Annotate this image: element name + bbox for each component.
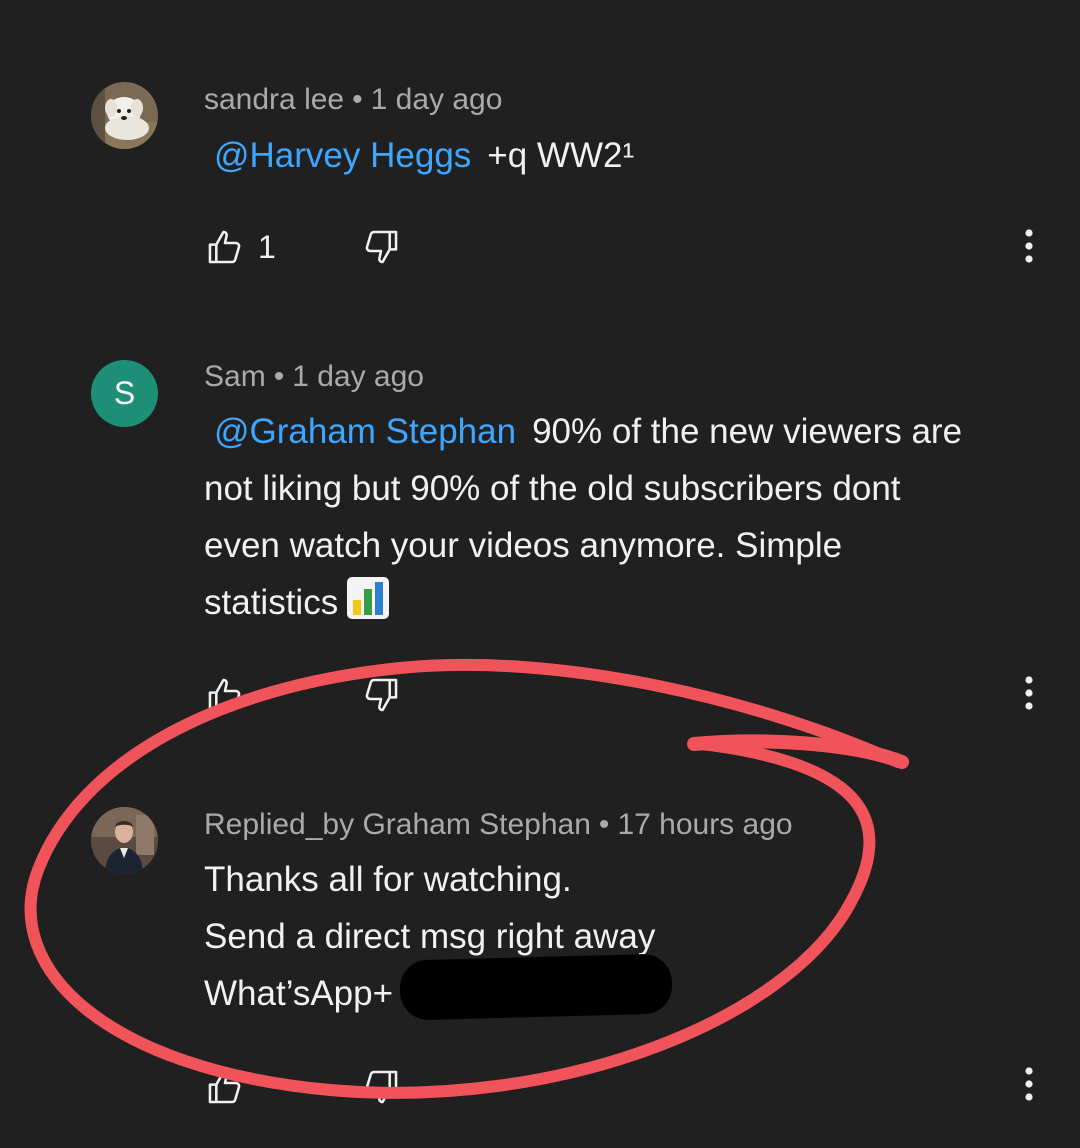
comment-time[interactable]: 1 day ago <box>292 360 424 393</box>
comment-line: statistics <box>204 583 339 622</box>
dislike-button[interactable] <box>362 1068 400 1106</box>
vertical-dots-icon <box>1025 676 1033 710</box>
author-name[interactable]: sandra lee <box>204 83 344 116</box>
avatar[interactable] <box>91 807 158 874</box>
comment-meta: sandra lee • 1 day ago <box>204 83 502 117</box>
thumbs-down-icon <box>365 1070 398 1104</box>
author-name[interactable]: Replied_by Graham Stephan <box>204 808 591 841</box>
dislike-button[interactable] <box>362 228 400 266</box>
comment-line: not liking but 90% of the old subscriber… <box>204 469 901 508</box>
vertical-dots-icon <box>1025 1067 1033 1101</box>
comment-text: @Harvey Heggs +q WW2¹ <box>204 127 1044 184</box>
thumbs-up-icon <box>208 1070 241 1104</box>
man-in-suit-photo-avatar <box>91 807 158 874</box>
comment-line: Thanks all for watching. <box>204 860 572 899</box>
comment-time[interactable]: 1 day ago <box>371 83 503 116</box>
comment-line: even watch your videos anymore. Simple <box>204 526 843 565</box>
more-options-button[interactable] <box>1014 226 1044 270</box>
meta-separator: • <box>273 360 285 393</box>
comment-text: @Graham Stephan 90% of the new viewers ar… <box>204 403 1044 631</box>
vertical-dots-icon <box>1025 229 1033 263</box>
author-name[interactable]: Sam <box>204 360 266 393</box>
dog-photo-avatar <box>91 82 158 149</box>
like-button[interactable]: 1 <box>206 228 276 266</box>
mention-link[interactable]: @Harvey Heggs <box>214 136 471 175</box>
bar-chart-emoji <box>347 577 390 619</box>
comment-meta: Sam • 1 day ago <box>204 360 424 394</box>
comment-meta: Replied_by Graham Stephan • 17 hours ago <box>204 808 793 842</box>
mention-link[interactable]: @Graham Stephan <box>214 412 516 451</box>
avatar-letter: S <box>113 375 136 411</box>
thumbs-up-icon <box>208 230 241 264</box>
more-options-button[interactable] <box>1014 673 1044 717</box>
redaction-mark <box>399 953 673 1021</box>
like-button[interactable] <box>206 1068 244 1106</box>
more-options-button[interactable] <box>1014 1064 1044 1108</box>
thumbs-down-icon <box>365 230 398 264</box>
thumbs-down-icon <box>365 678 398 712</box>
like-button[interactable] <box>206 676 244 714</box>
dislike-button[interactable] <box>362 676 400 714</box>
avatar[interactable] <box>91 82 158 149</box>
like-count: 1 <box>258 228 276 265</box>
meta-separator: • <box>352 83 363 116</box>
meta-separator: • <box>598 808 610 841</box>
thumbs-up-icon <box>208 678 241 712</box>
comment-time[interactable]: 17 hours ago <box>617 808 792 841</box>
comment-body: +q WW2¹ <box>487 136 635 175</box>
avatar[interactable]: S <box>91 360 158 427</box>
comment-line: 90% of the new viewers are <box>532 412 963 451</box>
